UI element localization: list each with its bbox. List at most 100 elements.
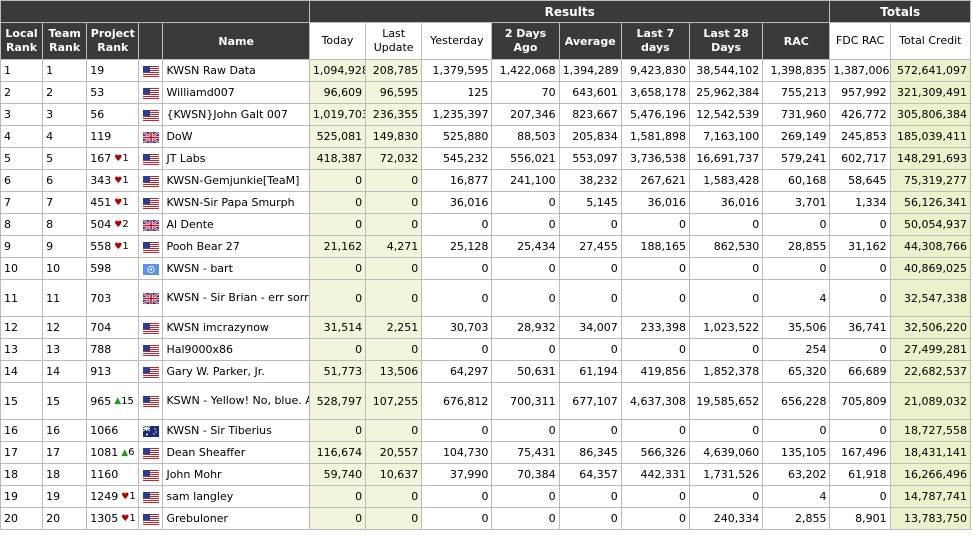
cell-last-28-days: 7,163,100 [688, 125, 764, 148]
cell-today: 1,094,928 [308, 59, 367, 82]
cell-average: 27,455 [558, 235, 622, 258]
member-name-link[interactable]: KWSN Raw Data [166, 64, 255, 77]
cell-last-7-days: 233,398 [620, 316, 691, 339]
cell-total-credit: 21,089,032 [889, 382, 972, 420]
member-name-link[interactable]: Hal9000x86 [166, 343, 233, 356]
member-name-link[interactable]: Gary W. Parker, Jr. [166, 365, 264, 378]
cell-name: Gary W. Parker, Jr. [162, 360, 310, 383]
cell-total-credit: 148,291,693 [889, 147, 972, 170]
cell-local-rank: 9 [0, 235, 44, 258]
cell-average: 553,097 [558, 147, 622, 170]
member-name-link[interactable]: DoW [166, 130, 192, 143]
member-name-link[interactable]: John Mohr [166, 468, 221, 481]
cell-rac: 2,855 [762, 507, 831, 530]
cell-2-days-ago: 50,631 [491, 360, 560, 383]
member-name-link[interactable]: KWSN imcrazynow [166, 321, 268, 334]
cell-2-days-ago: 0 [491, 213, 560, 236]
cell-2-days-ago: 75,431 [491, 441, 560, 464]
cell-rac: 579,241 [762, 147, 831, 170]
rank-up-icon: ▲ [114, 396, 122, 406]
col-average[interactable]: Average [558, 22, 622, 60]
cell-name: KWSN imcrazynow [162, 316, 310, 339]
project-rank-value: 56 [90, 108, 105, 121]
col-total-credit[interactable]: Total Credit [889, 22, 972, 60]
member-name-link[interactable]: JT Labs [166, 152, 205, 165]
col-2-days-ago[interactable]: 2 Days Ago [491, 22, 560, 60]
member-name-link[interactable]: KWSN - Sir Brian - err sorry - wrong fil… [166, 291, 308, 304]
rank-change: 1 [122, 197, 129, 208]
table-row: 16 16 1066 KWSN - Sir Tiberius 0 0 0 0 0 0 0 0 0 18,7… [0, 419, 972, 442]
member-name-link[interactable]: sam langley [166, 490, 233, 503]
cell-project-rank: 167 ♥ 1 [86, 147, 140, 170]
cell-average: 0 [558, 507, 622, 530]
cell-name: KWSN - Sir Brian - err sorry - wrong fil… [162, 279, 310, 317]
cell-rac: 28,855 [762, 235, 831, 258]
cell-average: 677,107 [558, 382, 622, 420]
member-name-link[interactable]: KWSN-Sir Papa Smurph [166, 196, 294, 209]
cell-total-credit: 40,869,025 [889, 257, 972, 280]
col-fdc-rac[interactable]: FDC RAC [829, 22, 891, 60]
cell-last-28-days: 19,585,652 [688, 382, 764, 420]
cell-team-rank: 10 [42, 257, 88, 280]
cell-yesterday: 125 [421, 81, 493, 104]
col-local-rank[interactable]: Local Rank [0, 22, 44, 60]
col-project-rank[interactable]: Project Rank [86, 22, 140, 60]
col-yesterday[interactable]: Yesterday [421, 22, 493, 60]
project-rank-value: 451 [90, 196, 112, 209]
member-name-link[interactable]: Al Dente [166, 218, 213, 231]
cell-team-rank: 5 [42, 147, 88, 170]
cell-fdc-rac: 245,853 [829, 125, 891, 148]
cell-2-days-ago: 556,021 [491, 147, 560, 170]
rank-change: 1 [122, 241, 129, 252]
cell-team-rank: 17 [42, 441, 88, 464]
col-today[interactable]: Today [308, 22, 367, 60]
col-team-rank[interactable]: Team Rank [42, 22, 88, 60]
cell-local-rank: 20 [0, 507, 44, 530]
cell-local-rank: 8 [0, 213, 44, 236]
cell-yesterday: 64,297 [421, 360, 493, 383]
cell-today: 0 [308, 507, 367, 530]
cell-yesterday: 1,235,397 [421, 103, 493, 126]
member-name-link[interactable]: KSWN - Yellow! No, blue. Aargh!! [166, 394, 308, 407]
cell-team-rank: 3 [42, 103, 88, 126]
project-rank-value: 558 [90, 240, 112, 253]
member-name-link[interactable]: Pooh Bear 27 [166, 240, 239, 253]
col-name[interactable]: Name [162, 22, 310, 60]
cell-2-days-ago: 0 [491, 485, 560, 508]
table-row: 1111703KWSN - Sir Brian - err sorry - wr… [0, 279, 972, 317]
cell-fdc-rac: 31,162 [829, 235, 891, 258]
cell-team-rank: 1 [42, 59, 88, 82]
col-last-28-days[interactable]: Last 28 Days [688, 22, 764, 60]
member-name-link[interactable]: KWSN - Sir Tiberius [166, 424, 271, 437]
table-row: 5 5 167 ♥ 1 JT Labs 418,387 72,032 545,232 556,02… [0, 147, 972, 170]
member-name-link[interactable]: KWSN-Gemjunkie[TeaM] [166, 174, 299, 187]
cell-2-days-ago: 88,503 [491, 125, 560, 148]
cell-last-update: 72,032 [365, 147, 423, 170]
cell-total-credit: 572,641,097 [889, 59, 972, 82]
cell-average: 1,394,289 [558, 59, 622, 82]
table-row: 6 6 343 ♥ 1 KWSN-Gemjunkie[TeaM] 0 0 16,877 241,1… [0, 169, 972, 192]
member-name-link[interactable]: Grebuloner [166, 512, 228, 525]
cell-last-update: 96,595 [365, 81, 423, 104]
col-last-update[interactable]: Last Update [365, 22, 423, 60]
cell-last-28-days: 12,542,539 [688, 103, 764, 126]
col-rac[interactable]: RAC [762, 22, 831, 60]
us-flag-icon [138, 360, 164, 383]
project-rank-value: 167 [90, 152, 112, 165]
member-name-link[interactable]: KWSN - bart [166, 262, 232, 275]
cell-rac: 1,398,835 [762, 59, 831, 82]
member-name-link[interactable]: {KWSN}John Galt 007 [166, 108, 287, 121]
cell-local-rank: 1 [0, 59, 44, 82]
cell-last-7-days: 3,736,538 [620, 147, 691, 170]
member-name-link[interactable]: Dean Sheaffer [166, 446, 245, 459]
member-name-link[interactable]: Williamd007 [166, 86, 234, 99]
cell-fdc-rac: 8,901 [829, 507, 891, 530]
col-last-7-days[interactable]: Last 7 days [620, 22, 691, 60]
table-row: 7 7 451 ♥ 1 KWSN-Sir Papa Smurph 0 0 36,016 0 5,14… [0, 191, 972, 214]
cell-last-28-days: 1,023,522 [688, 316, 764, 339]
cell-team-rank: 15 [42, 382, 88, 420]
table-row: 17 17 1081 ▲ 6 Dean Sheaffer 116,674 20,557 104,… [0, 441, 972, 464]
cell-rac: 35,506 [762, 316, 831, 339]
project-rank-value: 1249 [90, 490, 119, 503]
cell-project-rank: 1066 [86, 419, 140, 442]
